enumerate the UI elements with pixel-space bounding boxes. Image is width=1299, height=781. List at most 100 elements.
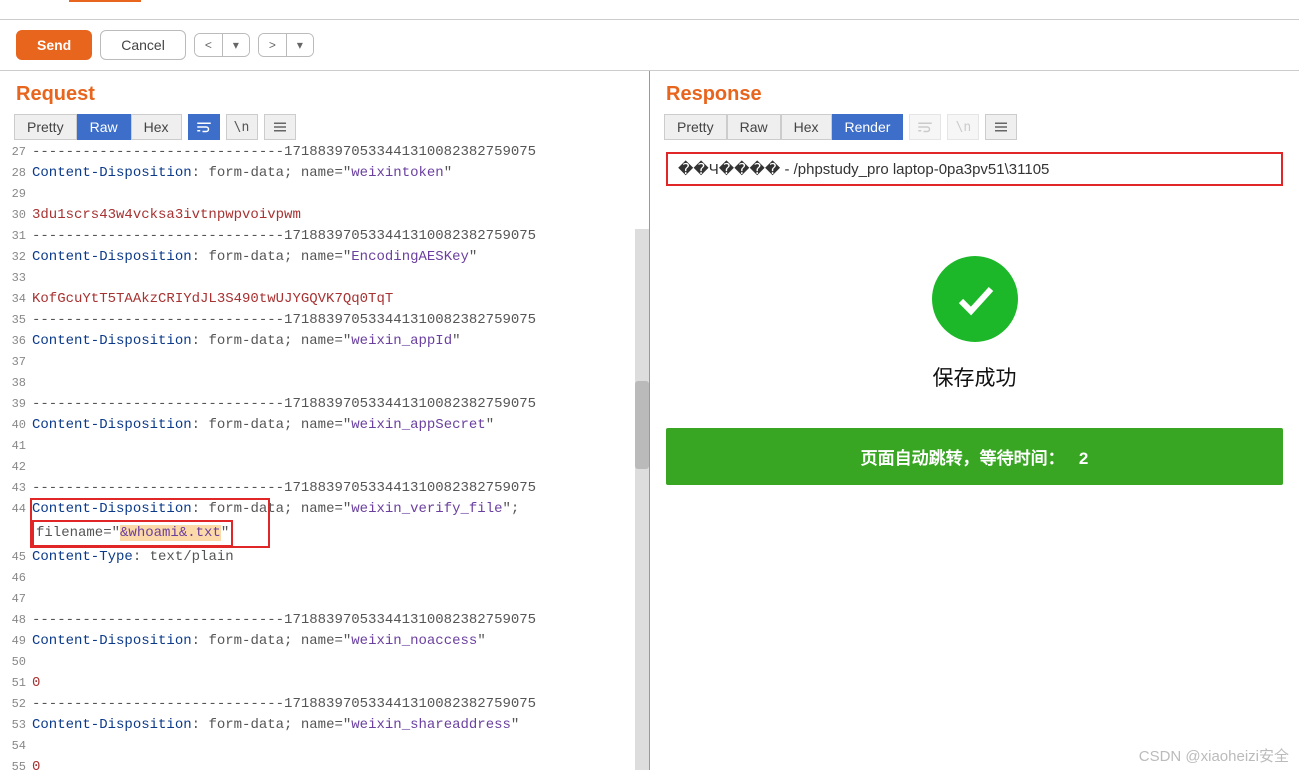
newline-icon[interactable]: \n bbox=[226, 114, 258, 140]
forward-dropdown[interactable]: ▾ bbox=[286, 34, 313, 56]
code-token: 0 bbox=[32, 675, 40, 691]
line-number: 41 bbox=[2, 436, 26, 457]
response-title: Response bbox=[650, 71, 1299, 114]
code-token: weixin_noaccess bbox=[351, 633, 477, 649]
wrap-icon-resp bbox=[909, 114, 941, 140]
line-number: 46 bbox=[2, 568, 26, 589]
code-line: 34KofGcuYtT5TAAkzCRIYdJL3S490twUJYGQVK7Q… bbox=[0, 289, 649, 310]
code-token: weixin_verify_file bbox=[351, 501, 502, 517]
code-token: ------------------------------1718839705… bbox=[32, 144, 536, 160]
code-line: 32 Content-Disposition: form-data; name="… bbox=[0, 247, 649, 268]
code-token: ------------------------------1718839705… bbox=[32, 480, 536, 496]
newline-icon-resp: \n bbox=[947, 114, 979, 140]
line-number: 37 bbox=[2, 352, 26, 373]
line-number: 43 bbox=[2, 478, 26, 499]
code-token: Content-Disposition bbox=[32, 333, 192, 349]
code-token: : form-data; name=" bbox=[192, 165, 352, 181]
cancel-button[interactable]: Cancel bbox=[100, 30, 186, 60]
code-line: 38 bbox=[0, 373, 649, 394]
code-token: ------------------------------1718839705… bbox=[32, 228, 536, 244]
code-line: 35------------------------------17188397… bbox=[0, 310, 649, 331]
tab-raw[interactable]: Raw bbox=[77, 114, 131, 140]
code-token: 0 bbox=[32, 759, 40, 770]
line-number: 48 bbox=[2, 610, 26, 631]
line-number: 40 bbox=[2, 415, 26, 436]
code-token: : form-data; name=" bbox=[192, 249, 352, 265]
code-token: "; bbox=[503, 501, 528, 517]
code-line: 47 bbox=[0, 589, 649, 610]
code-token: ------------------------------1718839705… bbox=[32, 612, 536, 628]
code-token: Content-Disposition bbox=[32, 417, 192, 433]
response-text-highlight: ��Ч���� - /phpstudy_pro laptop-0pa3pv51\… bbox=[666, 152, 1283, 186]
code-line: 52------------------------------17188397… bbox=[0, 694, 649, 715]
tab-pretty[interactable]: Pretty bbox=[14, 114, 77, 140]
code-line: 49Content-Disposition: form-data; name="… bbox=[0, 631, 649, 652]
request-view-tabs: Pretty Raw Hex \n bbox=[0, 114, 649, 140]
tab-resp-render[interactable]: Render bbox=[832, 114, 904, 140]
response-pane: Response Pretty Raw Hex Render \n ��Ч���… bbox=[649, 71, 1299, 770]
top-tab-strip bbox=[0, 0, 1299, 20]
code-line: 45Content-Type: text/plain bbox=[0, 547, 649, 568]
code-line: 54 bbox=[0, 736, 649, 757]
code-line: 29 bbox=[0, 184, 649, 205]
tab-resp-pretty[interactable]: Pretty bbox=[664, 114, 727, 140]
code-line: 36Content-Disposition: form-data; name="… bbox=[0, 331, 649, 352]
wrap-icon[interactable] bbox=[188, 114, 220, 140]
toolbar: Send Cancel < ▾ > ▾ bbox=[0, 20, 1299, 70]
code-token: Content-Disposition bbox=[32, 501, 192, 517]
code-token: Content-Disposition bbox=[32, 165, 192, 181]
code-token: : form-data; name=" bbox=[192, 333, 352, 349]
send-button[interactable]: Send bbox=[16, 30, 92, 60]
code-token: ------------------------------1718839705… bbox=[32, 312, 536, 328]
line-number: 53 bbox=[2, 715, 26, 736]
request-body[interactable]: 27 ------------------------------17188397… bbox=[0, 140, 649, 770]
code-token: Content-Disposition bbox=[32, 249, 192, 265]
line-number: 29 bbox=[2, 184, 26, 205]
hamburger-icon-resp[interactable] bbox=[985, 114, 1017, 140]
line-number: 27 bbox=[2, 142, 26, 163]
code-token: weixintoken bbox=[351, 165, 443, 181]
line-number: 30 bbox=[2, 205, 26, 226]
line-number: 55 bbox=[2, 757, 26, 770]
hamburger-icon[interactable] bbox=[264, 114, 296, 140]
tab-hex[interactable]: Hex bbox=[131, 114, 182, 140]
request-title: Request bbox=[0, 71, 649, 114]
code-token: Content-Disposition bbox=[32, 633, 192, 649]
code-token: : form-data; name=" bbox=[192, 501, 352, 517]
scrollbar-thumb[interactable] bbox=[635, 381, 649, 469]
success-text: 保存成功 bbox=[666, 362, 1283, 392]
line-number: 50 bbox=[2, 652, 26, 673]
code-line: 33 bbox=[0, 268, 649, 289]
tab-resp-hex[interactable]: Hex bbox=[781, 114, 832, 140]
code-token: weixin_appId bbox=[351, 333, 452, 349]
forward-button[interactable]: > bbox=[259, 34, 286, 56]
code-line: 48 ------------------------------17188397… bbox=[0, 610, 649, 631]
code-token: " bbox=[469, 249, 477, 265]
countdown: 2 bbox=[1079, 449, 1088, 468]
code-token: ------------------------------1718839705… bbox=[32, 696, 536, 712]
code-token: " bbox=[511, 717, 519, 733]
success-block: 保存成功 页面自动跳转，等待时间： 2 bbox=[666, 256, 1283, 485]
code-token: &whoami&.txt bbox=[120, 525, 221, 541]
redirect-text: 页面自动跳转，等待时间： bbox=[861, 449, 1065, 468]
code-token: KofGcuYtT5TAAkzCRIYdJL3S490twUJYGQVK7Qq0… bbox=[32, 291, 393, 307]
code-token: " bbox=[221, 525, 229, 541]
code-token: " bbox=[477, 633, 485, 649]
code-token: filename=" bbox=[36, 525, 120, 541]
code-line: 44Content-Disposition: form-data; name="… bbox=[0, 499, 649, 520]
code-line: filename="&whoami&.txt" bbox=[0, 520, 649, 547]
code-token: " bbox=[486, 417, 494, 433]
code-line: 28Content-Disposition: form-data; name="… bbox=[0, 163, 649, 184]
tab-resp-raw[interactable]: Raw bbox=[727, 114, 781, 140]
watermark: CSDN @xiaoheizi安全 bbox=[1139, 745, 1289, 766]
line-number: 32 bbox=[2, 247, 26, 268]
back-dropdown[interactable]: ▾ bbox=[222, 34, 249, 56]
code-token: Content-Type bbox=[32, 549, 133, 565]
line-number: 49 bbox=[2, 631, 26, 652]
code-token: : form-data; name=" bbox=[192, 417, 352, 433]
code-line: 41 bbox=[0, 436, 649, 457]
back-button[interactable]: < bbox=[195, 34, 222, 56]
code-line: 43 ------------------------------17188397… bbox=[0, 478, 649, 499]
line-number: 51 bbox=[2, 673, 26, 694]
code-token: " bbox=[452, 333, 460, 349]
